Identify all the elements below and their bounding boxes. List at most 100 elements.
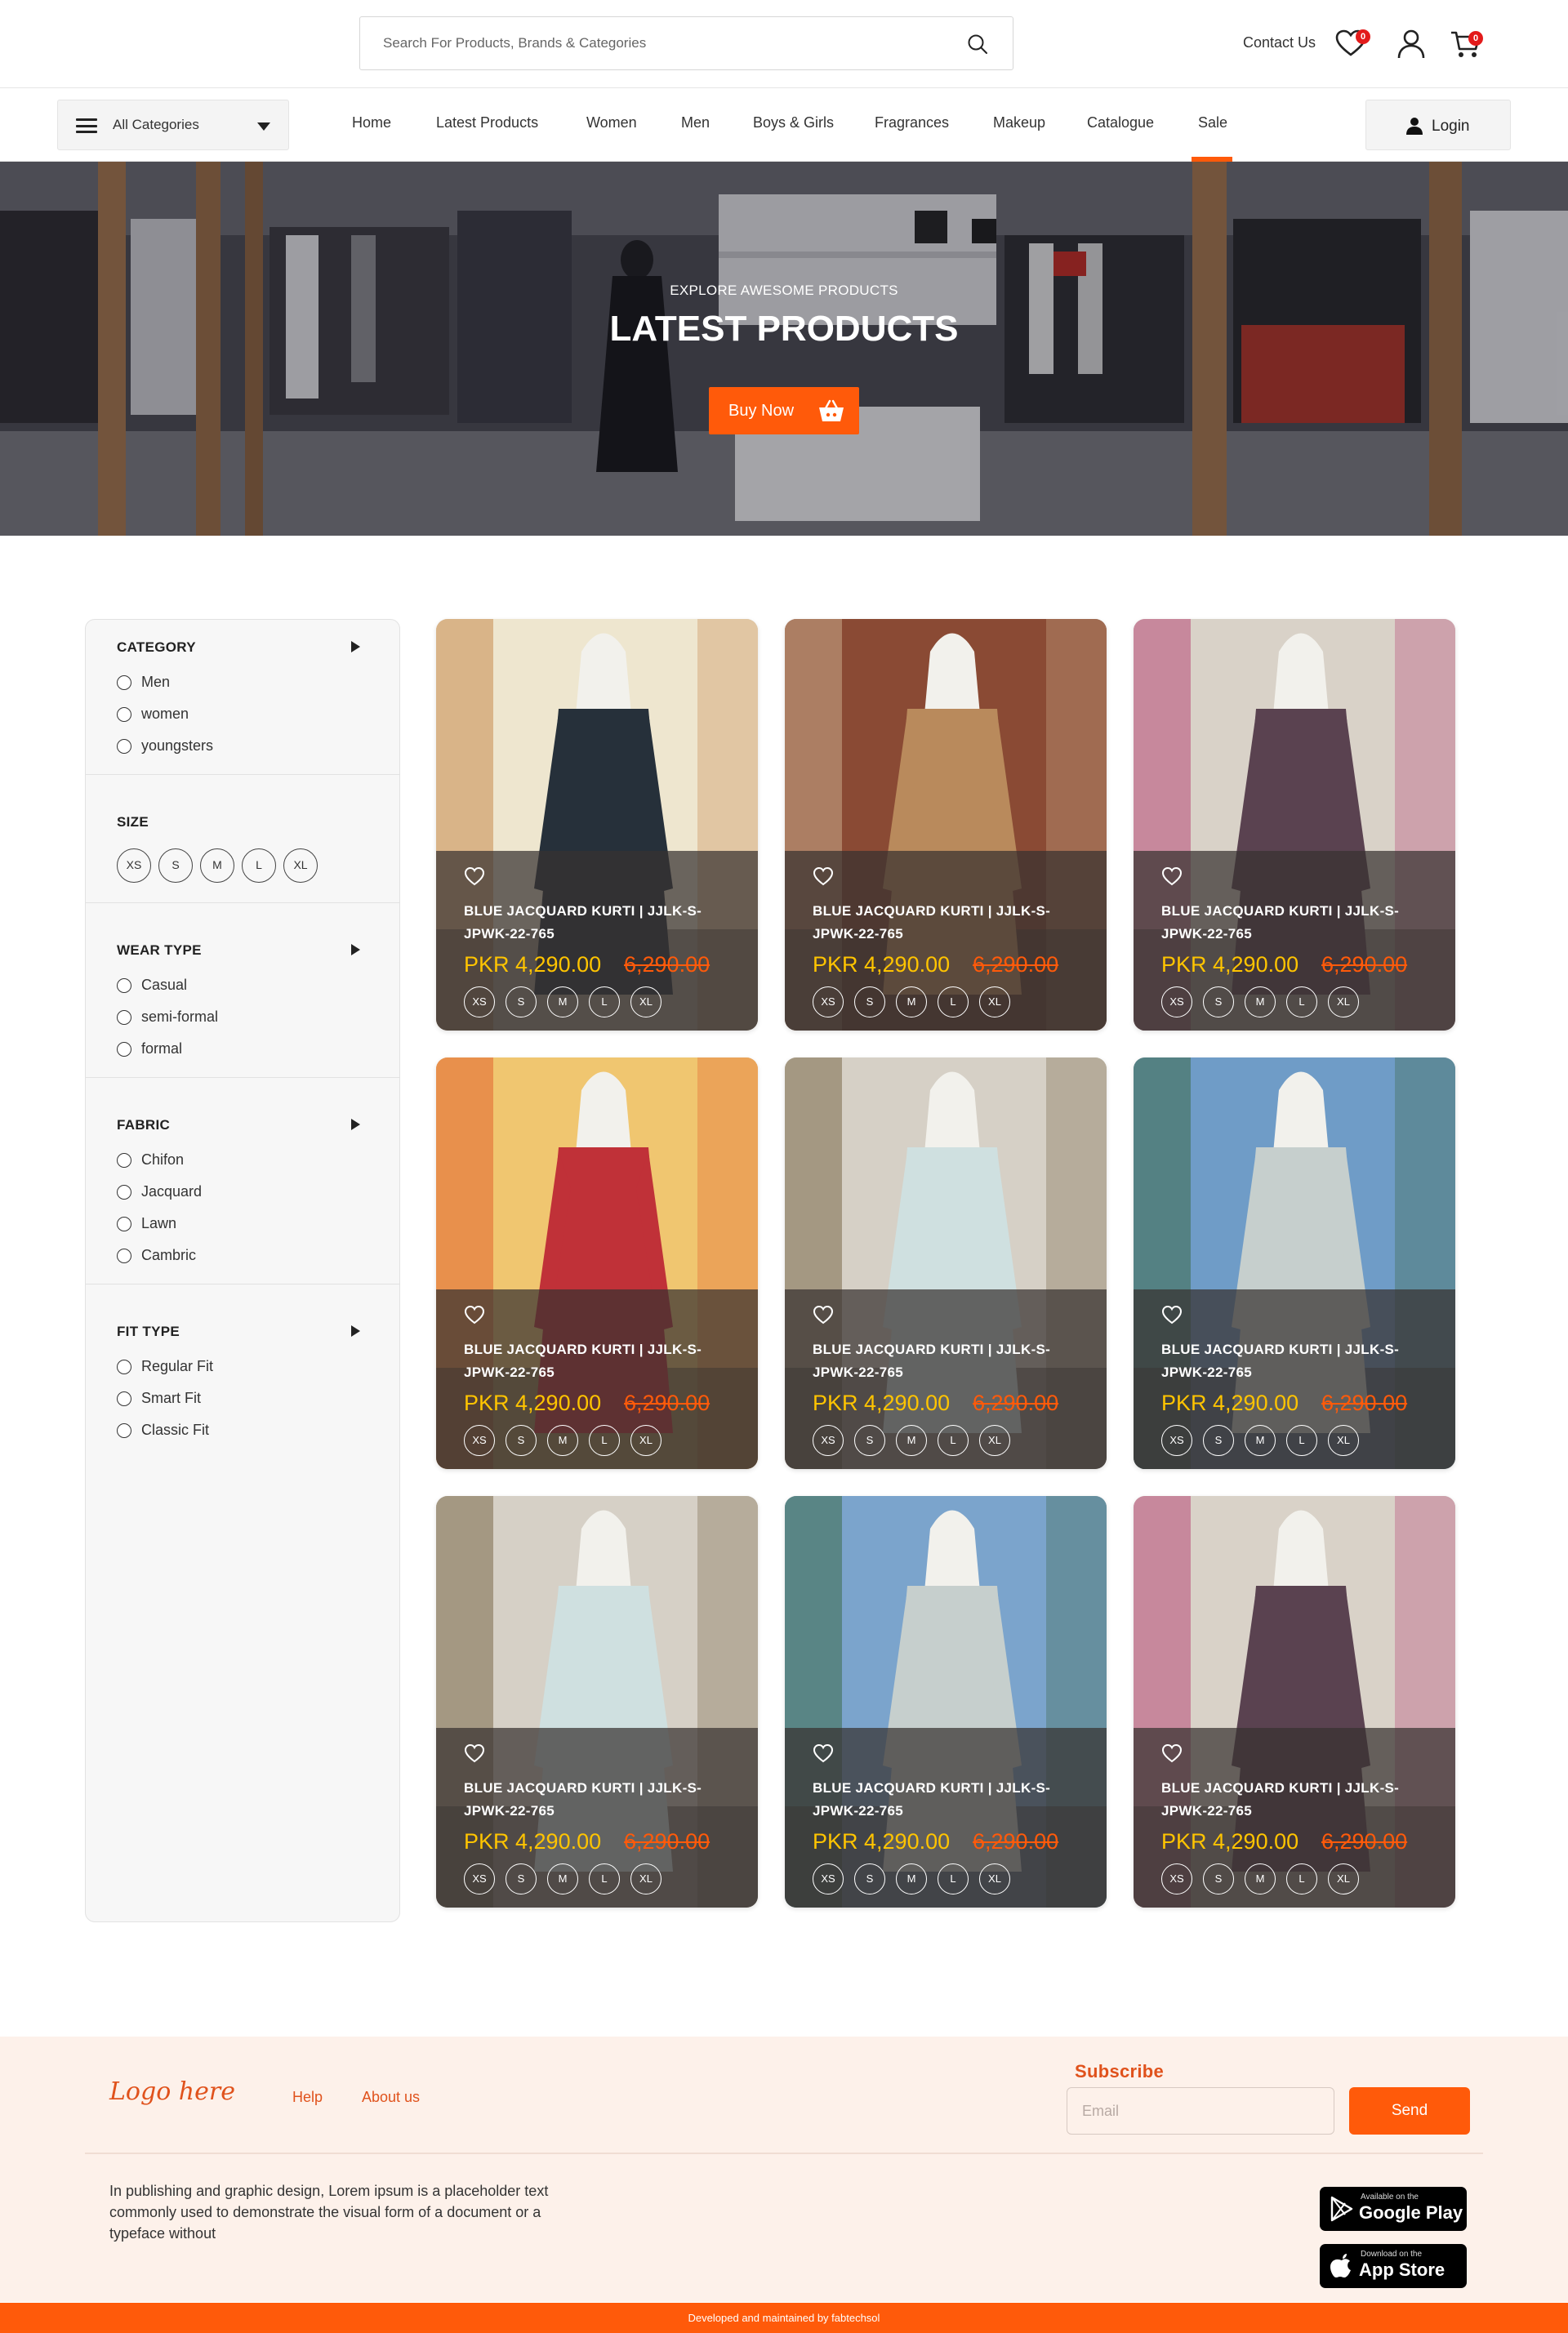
- product-name[interactable]: BLUE JACQUARD KURTI | JJLK-S-JPWK-22-765: [1161, 1338, 1431, 1384]
- account-button[interactable]: [1395, 28, 1428, 60]
- app-store-badge[interactable]: Download on the App Store: [1320, 2244, 1467, 2288]
- product-size-xs[interactable]: XS: [813, 1425, 844, 1456]
- product-size-s[interactable]: S: [506, 1425, 537, 1456]
- filter-option[interactable]: Lawn: [117, 1215, 176, 1232]
- radio-button[interactable]: [117, 706, 131, 722]
- product-size-xs[interactable]: XS: [813, 986, 844, 1017]
- product-size-m[interactable]: M: [1245, 1425, 1276, 1456]
- product-name[interactable]: BLUE JACQUARD KURTI | JJLK-S-JPWK-22-765: [464, 1777, 733, 1823]
- filter-option[interactable]: semi-formal: [117, 1008, 218, 1026]
- product-card[interactable]: BLUE JACQUARD KURTI | JJLK-S-JPWK-22-765…: [1134, 619, 1455, 1031]
- filter-option[interactable]: Classic Fit: [117, 1422, 209, 1439]
- wishlist-heart-icon[interactable]: [464, 1743, 485, 1763]
- filter-option[interactable]: Smart Fit: [117, 1390, 201, 1407]
- product-size-m[interactable]: M: [1245, 1863, 1276, 1894]
- wishlist-heart-icon[interactable]: [1161, 866, 1183, 886]
- wishlist-button[interactable]: 0: [1334, 28, 1370, 60]
- product-size-m[interactable]: M: [896, 1863, 927, 1894]
- product-size-xl[interactable]: XL: [1328, 1863, 1359, 1894]
- cart-button[interactable]: 0: [1450, 28, 1483, 60]
- product-size-l[interactable]: L: [938, 986, 969, 1017]
- radio-button[interactable]: [117, 1041, 131, 1057]
- product-size-m[interactable]: M: [896, 986, 927, 1017]
- product-name[interactable]: BLUE JACQUARD KURTI | JJLK-S-JPWK-22-765: [813, 1777, 1082, 1823]
- filter-option[interactable]: Regular Fit: [117, 1358, 213, 1375]
- product-size-l[interactable]: L: [589, 986, 620, 1017]
- product-size-l[interactable]: L: [938, 1425, 969, 1456]
- google-play-badge[interactable]: Available on the Google Play: [1320, 2187, 1467, 2231]
- wishlist-heart-icon[interactable]: [1161, 1743, 1183, 1763]
- product-card[interactable]: BLUE JACQUARD KURTI | JJLK-S-JPWK-22-765…: [785, 619, 1107, 1031]
- radio-button[interactable]: [117, 977, 131, 993]
- product-card[interactable]: BLUE JACQUARD KURTI | JJLK-S-JPWK-22-765…: [1134, 1057, 1455, 1469]
- radio-button[interactable]: [117, 1359, 131, 1374]
- product-size-m[interactable]: M: [547, 986, 578, 1017]
- product-card[interactable]: BLUE JACQUARD KURTI | JJLK-S-JPWK-22-765…: [436, 1057, 758, 1469]
- wishlist-heart-icon[interactable]: [464, 1305, 485, 1325]
- email-field[interactable]: [1067, 2087, 1334, 2135]
- product-size-m[interactable]: M: [547, 1863, 578, 1894]
- product-size-m[interactable]: M: [1245, 986, 1276, 1017]
- product-size-s[interactable]: S: [1203, 1863, 1234, 1894]
- expand-arrow-icon[interactable]: [351, 1119, 360, 1130]
- radio-button[interactable]: [117, 1216, 131, 1231]
- nav-item-men[interactable]: Men: [681, 114, 710, 131]
- wishlist-heart-icon[interactable]: [813, 866, 834, 886]
- product-card[interactable]: BLUE JACQUARD KURTI | JJLK-S-JPWK-22-765…: [436, 1496, 758, 1908]
- size-option-s[interactable]: S: [158, 848, 193, 883]
- product-size-xs[interactable]: XS: [1161, 1425, 1192, 1456]
- product-size-xs[interactable]: XS: [1161, 986, 1192, 1017]
- product-size-s[interactable]: S: [1203, 986, 1234, 1017]
- size-option-l[interactable]: L: [242, 848, 276, 883]
- product-size-xs[interactable]: XS: [813, 1863, 844, 1894]
- radio-button[interactable]: [117, 1391, 131, 1406]
- search-input[interactable]: [360, 17, 964, 69]
- product-size-l[interactable]: L: [1286, 1425, 1317, 1456]
- all-categories-dropdown[interactable]: All Categories: [57, 100, 289, 150]
- product-size-l[interactable]: L: [589, 1425, 620, 1456]
- product-size-s[interactable]: S: [506, 986, 537, 1017]
- product-name[interactable]: BLUE JACQUARD KURTI | JJLK-S-JPWK-22-765: [464, 1338, 733, 1384]
- product-size-m[interactable]: M: [547, 1425, 578, 1456]
- product-size-s[interactable]: S: [1203, 1425, 1234, 1456]
- product-size-l[interactable]: L: [589, 1863, 620, 1894]
- buy-now-button[interactable]: Buy Now: [709, 387, 859, 434]
- product-size-s[interactable]: S: [506, 1863, 537, 1894]
- filter-option[interactable]: Men: [117, 674, 170, 691]
- product-card[interactable]: BLUE JACQUARD KURTI | JJLK-S-JPWK-22-765…: [436, 619, 758, 1031]
- nav-item-makeup[interactable]: Makeup: [993, 114, 1045, 131]
- wishlist-heart-icon[interactable]: [813, 1305, 834, 1325]
- product-card[interactable]: BLUE JACQUARD KURTI | JJLK-S-JPWK-22-765…: [1134, 1496, 1455, 1908]
- product-name[interactable]: BLUE JACQUARD KURTI | JJLK-S-JPWK-22-765: [1161, 900, 1431, 946]
- product-size-l[interactable]: L: [1286, 986, 1317, 1017]
- nav-item-fragrances[interactable]: Fragrances: [875, 114, 949, 131]
- product-size-xs[interactable]: XS: [464, 1425, 495, 1456]
- product-size-l[interactable]: L: [938, 1863, 969, 1894]
- radio-button[interactable]: [117, 1184, 131, 1200]
- product-size-s[interactable]: S: [854, 1863, 885, 1894]
- product-size-xl[interactable]: XL: [979, 1425, 1010, 1456]
- footer-logo[interactable]: Logo here: [109, 2077, 235, 2106]
- radio-button[interactable]: [117, 1423, 131, 1438]
- product-size-xl[interactable]: XL: [1328, 986, 1359, 1017]
- wishlist-heart-icon[interactable]: [464, 866, 485, 886]
- expand-arrow-icon[interactable]: [351, 1325, 360, 1337]
- product-size-s[interactable]: S: [854, 1425, 885, 1456]
- radio-button[interactable]: [117, 1152, 131, 1168]
- product-size-l[interactable]: L: [1286, 1863, 1317, 1894]
- product-name[interactable]: BLUE JACQUARD KURTI | JJLK-S-JPWK-22-765: [813, 900, 1082, 946]
- wishlist-heart-icon[interactable]: [1161, 1305, 1183, 1325]
- filter-option[interactable]: Cambric: [117, 1247, 196, 1264]
- radio-button[interactable]: [117, 1009, 131, 1025]
- filter-option[interactable]: youngsters: [117, 737, 213, 755]
- contact-us-link[interactable]: Contact Us: [1243, 34, 1316, 51]
- send-button[interactable]: Send: [1349, 2087, 1470, 2135]
- product-size-xl[interactable]: XL: [1328, 1425, 1359, 1456]
- product-size-xs[interactable]: XS: [464, 1863, 495, 1894]
- product-size-xl[interactable]: XL: [979, 1863, 1010, 1894]
- product-size-xs[interactable]: XS: [464, 986, 495, 1017]
- product-name[interactable]: BLUE JACQUARD KURTI | JJLK-S-JPWK-22-765: [1161, 1777, 1431, 1823]
- nav-item-sale[interactable]: Sale: [1198, 114, 1227, 131]
- product-card[interactable]: BLUE JACQUARD KURTI | JJLK-S-JPWK-22-765…: [785, 1496, 1107, 1908]
- radio-button[interactable]: [117, 1248, 131, 1263]
